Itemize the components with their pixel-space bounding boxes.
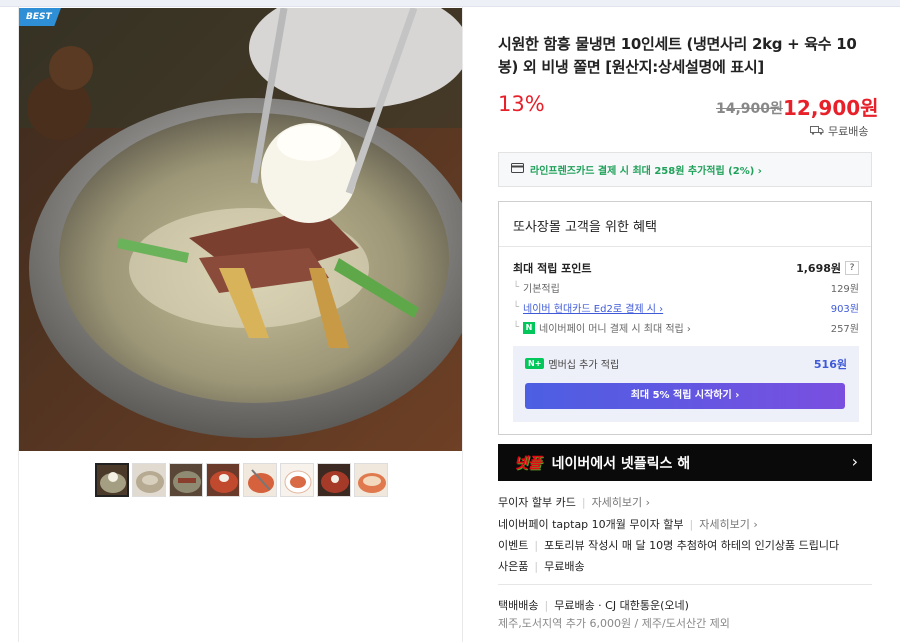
sale-price: 12,900원: [783, 96, 879, 120]
npay-money-link[interactable]: 네이버페이 머니 결제 시 최대 적립 ›: [539, 320, 691, 335]
membership-box: N+ 멤버십 추가 적립 516원 최대 5% 적립 시작하기 ›: [513, 346, 859, 422]
top-bar: [0, 0, 900, 7]
points-value: 257원: [830, 324, 859, 335]
thumbnail[interactable]: [317, 463, 351, 497]
event-row: 이벤트 | 포토리뷰 작성시 매 달 10명 추첨하여 하테의 인기상품 드립니…: [498, 537, 839, 553]
npay-installment-row: 네이버페이 taptap 10개월 무이자 할부 | 자세히보기 ›: [498, 516, 758, 532]
gift-text: 무료배송: [544, 560, 585, 573]
card-promo-text: 라인프렌즈카드 결제 시 최대 258원 추가적립 (2%) ›: [530, 166, 762, 177]
shipping-info: 무료배송: [810, 123, 868, 139]
npay-installment-label: 네이버페이 taptap 10개월 무이자 할부: [498, 518, 684, 531]
separator: |: [581, 495, 586, 509]
product-main-image[interactable]: [19, 8, 462, 451]
gift-label: 사은품: [498, 560, 529, 573]
hyundai-card-link[interactable]: 네이버 현대카드 Ed2로 결제 시 ›: [523, 300, 663, 315]
separator: |: [689, 517, 694, 531]
naver-plus-icon: N+: [525, 358, 545, 369]
benefit-title: 또사장몰 고객을 위한 혜택: [513, 220, 657, 235]
original-price: 14,900원: [716, 101, 783, 117]
points-label: 기본적립: [523, 284, 560, 295]
separator: |: [544, 598, 549, 612]
truck-icon: [810, 125, 824, 138]
netflix-banner-text: 네이버에서 넷플릭스 해: [551, 455, 691, 472]
max-points-row: 최대 적립 포인트 1,698원 ?: [513, 260, 859, 276]
thumbnail[interactable]: [354, 463, 388, 497]
thumbnail[interactable]: [206, 463, 240, 497]
thumbnail[interactable]: [169, 463, 203, 497]
column-divider: [462, 7, 463, 642]
points-value: 903원: [830, 304, 859, 315]
max-points-label: 최대 적립 포인트: [513, 262, 592, 275]
installment-label: 무이자 할부 카드: [498, 496, 576, 509]
event-text: 포토리뷰 작성시 매 달 10명 추첨하여 하테의 인기상품 드립니다: [544, 539, 840, 552]
max-points-value: 1,698원: [796, 262, 841, 275]
installment-more-link[interactable]: 자세히보기 ›: [592, 494, 651, 510]
benefit-box: 또사장몰 고객을 위한 혜택 최대 적립 포인트 1,698원 ? └ 기본적립 …: [498, 201, 872, 435]
membership-header: N+ 멤버십 추가 적립: [525, 356, 619, 371]
discount-rate: 13%: [498, 92, 545, 116]
membership-value: 516원: [813, 358, 847, 371]
points-row-card[interactable]: └ 네이버 현대카드 Ed2로 결제 시 › 903원: [513, 300, 859, 315]
separator: |: [534, 559, 539, 573]
delivery-label: 택배배송: [498, 599, 539, 612]
points-row-basic: └ 기본적립 129원: [513, 282, 859, 295]
netflix-logo-icon: 넷플: [514, 454, 542, 472]
separator: |: [534, 538, 539, 552]
netflix-banner[interactable]: 넷플 네이버에서 넷플릭스 해 ›: [498, 444, 872, 481]
npay-installment-more-link[interactable]: 자세히보기 ›: [699, 516, 758, 532]
thumbnail[interactable]: [243, 463, 277, 497]
question-icon[interactable]: ?: [845, 261, 859, 275]
best-badge: BEST: [19, 8, 61, 26]
gift-row: 사은품 | 무료배송: [498, 558, 585, 574]
divider: [499, 246, 871, 247]
thumbnail[interactable]: [132, 463, 166, 497]
card-icon: [511, 163, 524, 176]
npay-icon: N: [523, 321, 536, 334]
divider: [498, 584, 872, 585]
membership-label: 멤버십 추가 적립: [548, 360, 620, 371]
membership-start-button[interactable]: 최대 5% 적립 시작하기 ›: [525, 383, 845, 409]
thumbnail-strip: [95, 463, 388, 497]
delivery-extra-fee: 제주,도서지역 추가 6,000원 / 제주/도서산간 제외: [498, 617, 730, 630]
event-label: 이벤트: [498, 539, 529, 552]
product-title: 시원한 함흥 물냉면 10인세트 (냉면사리 2kg + 육수 10봉) 외 비…: [498, 35, 857, 76]
shipping-label: 무료배송: [828, 125, 869, 138]
thumbnail[interactable]: [280, 463, 314, 497]
delivery-row: 택배배송 | 무료배송 · CJ 대한통운(오네): [498, 597, 689, 613]
card-promo-banner[interactable]: 라인프렌즈카드 결제 시 최대 258원 추가적립 (2%) ›: [498, 152, 872, 187]
installment-row: 무이자 할부 카드 | 자세히보기 ›: [498, 494, 650, 510]
delivery-text: 무료배송 · CJ 대한통운(오네): [554, 599, 689, 612]
chevron-right-icon: ›: [851, 452, 858, 471]
points-row-npay[interactable]: └ N 네이버페이 머니 결제 시 최대 적립 › 257원: [513, 320, 859, 335]
thumbnail[interactable]: [95, 463, 129, 497]
points-value: 129원: [830, 284, 859, 295]
